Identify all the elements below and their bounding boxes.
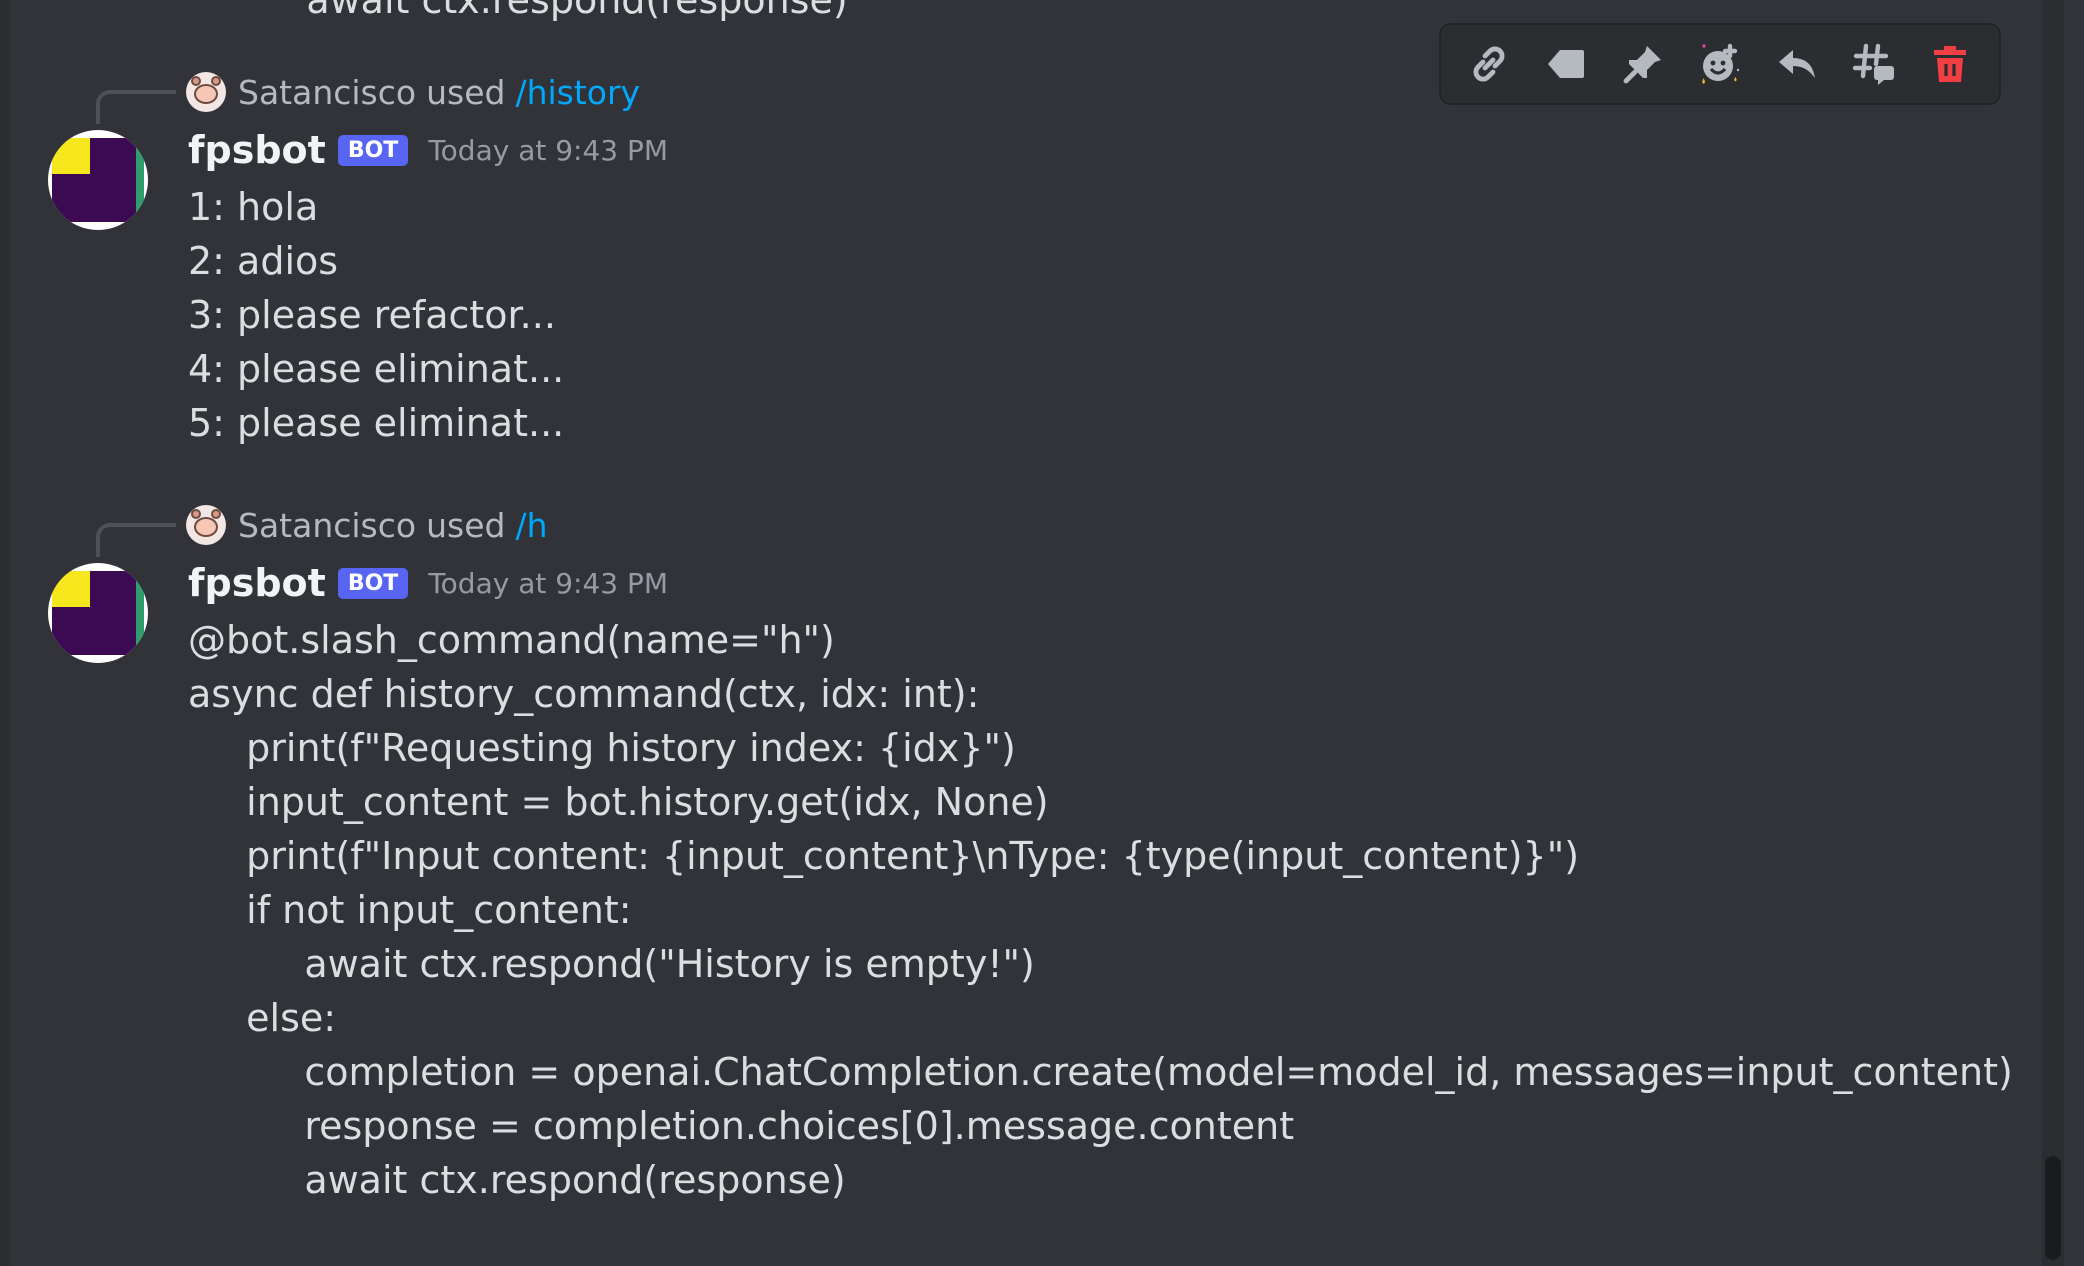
command-reference[interactable]: Satancisco used /history [186, 70, 640, 114]
add-super-reaction-button[interactable] [1690, 34, 1750, 94]
thread-icon [1852, 43, 1894, 85]
code-line: response = completion.choices[0].message… [256, 1104, 1295, 1148]
scrollbar-track[interactable] [2042, 0, 2064, 1266]
code-line: else: [222, 996, 337, 1040]
tag-icon [1548, 50, 1585, 78]
copy-link-button[interactable] [1459, 34, 1519, 94]
super-reaction-icon [1701, 43, 1740, 84]
code-line: @bot.slash_command(name="h") [188, 618, 835, 662]
reply-spine [96, 90, 176, 124]
message-line: 1: hola [188, 185, 319, 229]
code-line: if not input_content: [222, 888, 632, 932]
reference-used-text: used [426, 505, 506, 545]
create-thread-button[interactable] [1844, 34, 1904, 94]
message-line: 4: please eliminat... [188, 347, 565, 391]
command-reference[interactable]: Satancisco used /h [186, 503, 548, 547]
message-line: 3: please refactor... [188, 293, 556, 337]
mark-unread-button[interactable] [1536, 34, 1596, 94]
bot-badge: BOT [337, 134, 409, 166]
message-timestamp[interactable]: Today at 9:43 PM [428, 134, 668, 167]
message[interactable]: Satancisco used /h fpsbot BOT Today at 9… [0, 460, 2013, 1266]
author-username[interactable]: fpsbot [188, 128, 326, 172]
reference-username[interactable]: Satancisco [238, 506, 416, 545]
code-line: completion = openai.ChatCompletion.creat… [256, 1050, 2013, 1094]
author-avatar[interactable] [48, 130, 148, 230]
scrollbar-thumb[interactable] [2045, 1156, 2061, 1260]
message-timestamp[interactable]: Today at 9:43 PM [428, 567, 668, 600]
reference-command[interactable]: /h [515, 506, 547, 545]
message-header: fpsbot BOT Today at 9:43 PM [188, 559, 668, 607]
trash-icon [1934, 46, 1967, 82]
reference-avatar[interactable] [186, 505, 226, 545]
bot-badge: BOT [337, 567, 409, 599]
pin-icon [1623, 46, 1662, 84]
code-line: await ctx.respond("History is empty!") [256, 942, 1035, 986]
message-line: 5: please eliminat... [188, 401, 565, 445]
pin-message-button[interactable] [1613, 34, 1673, 94]
message-content: 1: hola 2: adios 3: please refactor... 4… [188, 180, 564, 450]
reply-button[interactable] [1767, 34, 1827, 94]
code-line: input_content = bot.history.get(idx, Non… [222, 780, 1049, 824]
code-line: await ctx.respond(response) [256, 1158, 846, 1202]
message-header: fpsbot BOT Today at 9:43 PM [188, 126, 668, 174]
code-line: async def history_command(ctx, idx: int)… [188, 672, 980, 716]
code-line: print(f"Requesting history index: {idx}"… [222, 726, 1016, 770]
link-icon [1473, 46, 1505, 82]
message-line: 2: adios [188, 239, 339, 283]
reference-username[interactable]: Satancisco [238, 73, 416, 112]
reference-avatar[interactable] [186, 72, 226, 112]
code-line: print(f"Input content: {input_content}\n… [222, 834, 1580, 878]
message-actions-toolbar [1439, 23, 2001, 105]
author-username[interactable]: fpsbot [188, 561, 326, 605]
message-content: @bot.slash_command(name="h") async def h… [188, 613, 2013, 1207]
reply-icon [1778, 50, 1815, 78]
reply-spine [96, 523, 176, 557]
chat-frame: await ctx.respond(response) Satancisco u… [0, 0, 2084, 1266]
reference-command[interactable]: /history [515, 73, 640, 112]
delete-message-button[interactable] [1920, 34, 1980, 94]
author-avatar[interactable] [48, 563, 148, 663]
reference-used-text: used [426, 72, 506, 112]
